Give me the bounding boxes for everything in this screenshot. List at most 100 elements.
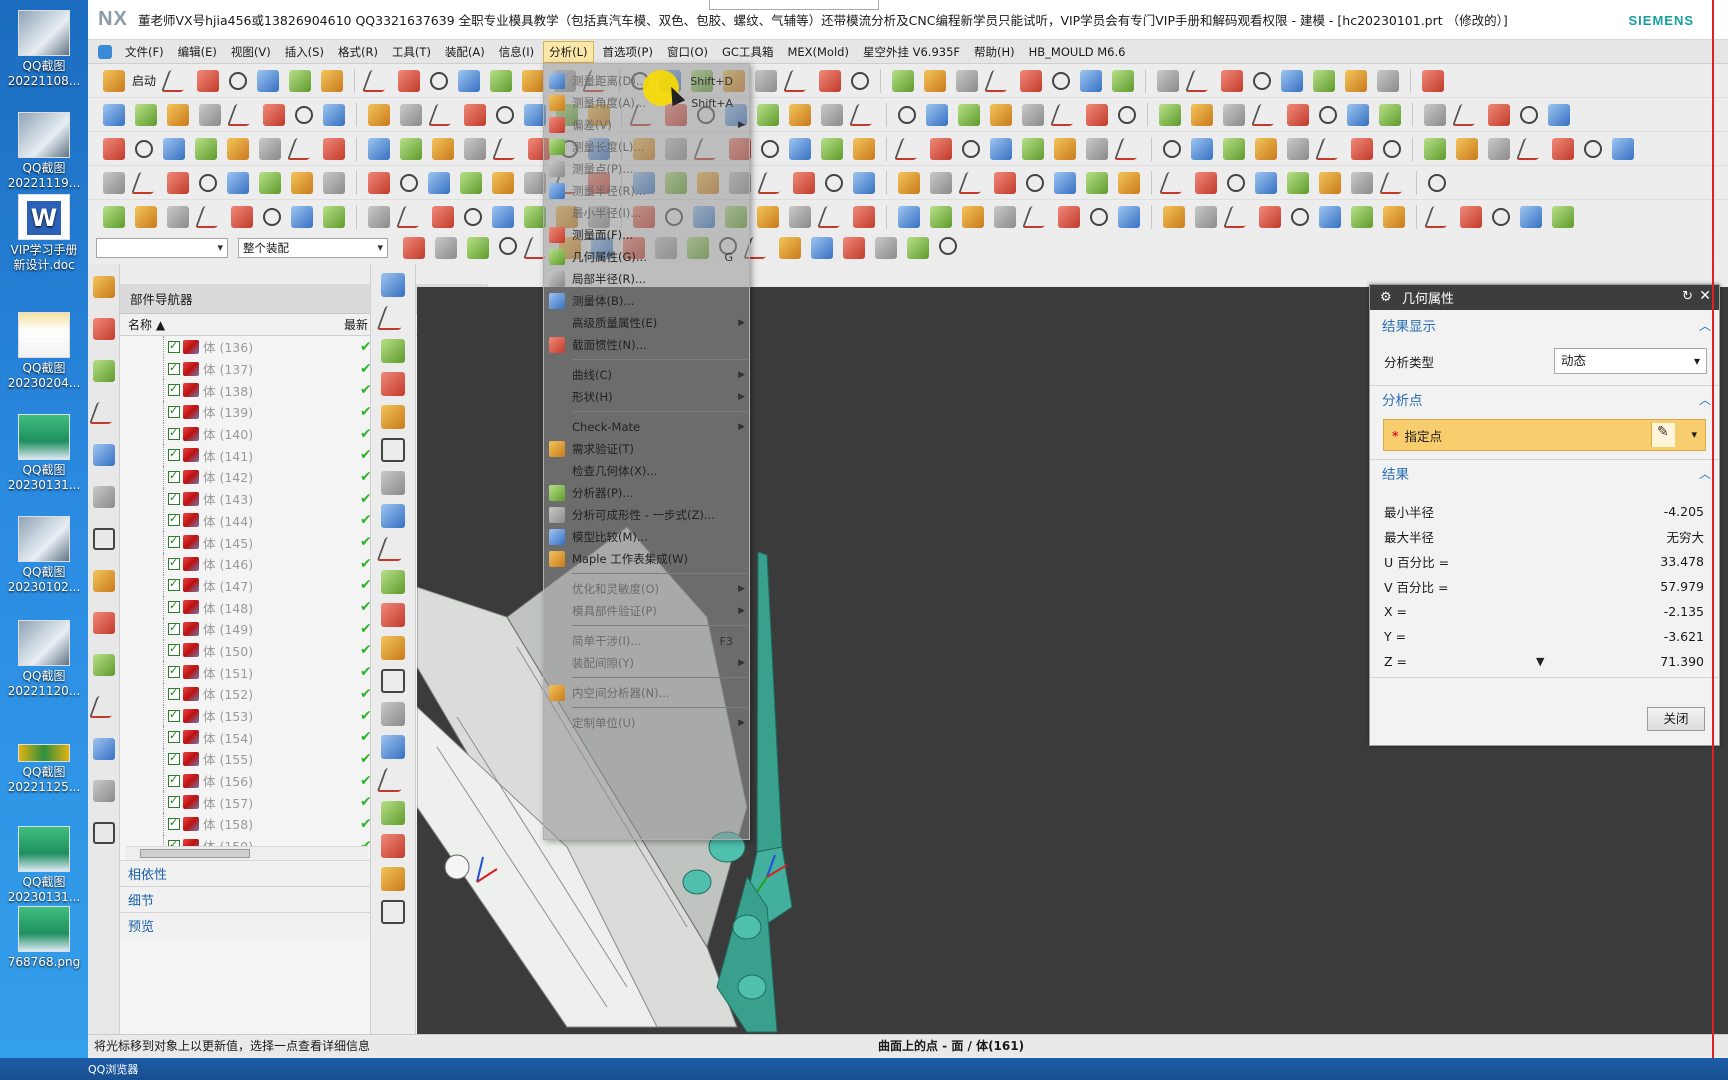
toolbar-tool-icon[interactable] — [1255, 137, 1277, 160]
toolbar-tool-icon[interactable] — [368, 137, 390, 160]
tree-row[interactable]: 体 (145)✔ — [120, 531, 392, 553]
toolbar-tool-icon[interactable] — [464, 207, 482, 226]
toolbar-tool-icon[interactable] — [368, 171, 390, 194]
toolbar-tool-icon[interactable] — [1287, 171, 1309, 194]
analysis-menu-item[interactable]: 测量体(B)... — [544, 290, 751, 312]
vertical-tool-icon[interactable] — [381, 273, 405, 297]
toolbar-tool-icon[interactable] — [1351, 137, 1373, 160]
toolbar-tool-icon[interactable] — [464, 137, 486, 160]
analysis-menu-item[interactable]: 曲线(C) ▶ — [544, 364, 751, 386]
vertical-tool-icon[interactable] — [381, 834, 405, 858]
toolbar-tool-icon[interactable] — [892, 69, 915, 92]
tree-row[interactable]: 体 (143)✔ — [120, 487, 392, 510]
snap-point-icon[interactable] — [939, 237, 957, 255]
toolbar-tool-icon[interactable] — [755, 69, 778, 92]
visibility-checkbox[interactable] — [168, 729, 180, 744]
type-filter-combo[interactable] — [96, 238, 228, 258]
vertical-tool-icon[interactable] — [376, 306, 410, 330]
toolbar-tool-icon[interactable] — [994, 171, 1016, 194]
close-icon[interactable]: ✕ — [1699, 288, 1711, 304]
analysis-menu-item[interactable]: 测量点(P)... — [544, 158, 751, 180]
resource-tab-icon[interactable] — [93, 654, 115, 676]
toolbar-tool-icon[interactable] — [295, 105, 313, 124]
toolbar-tool-icon[interactable] — [1383, 139, 1401, 158]
toolbar-tool-icon[interactable] — [853, 205, 875, 228]
desktop-icon[interactable]: VIP学习手册新设计.doc — [2, 194, 86, 273]
tree-row[interactable]: 体 (148)✔ — [120, 596, 392, 618]
snap-point-icon[interactable] — [403, 237, 425, 259]
tree-row[interactable]: 体 (137)✔ — [120, 357, 392, 380]
resource-tab-icon[interactable] — [93, 822, 115, 844]
analysis-menu-item[interactable]: 测量长度(L)... — [544, 136, 751, 158]
toolbar-tool-icon[interactable] — [1080, 69, 1103, 92]
resource-tab-icon[interactable] — [93, 570, 115, 592]
visibility-checkbox[interactable] — [168, 664, 180, 679]
toolbar-tool-icon[interactable] — [761, 139, 779, 158]
toolbar-tool-icon[interactable] — [957, 171, 989, 194]
visibility-checkbox[interactable] — [168, 642, 180, 657]
vertical-tool-icon[interactable] — [381, 801, 405, 825]
toolbar-tool-icon[interactable] — [263, 207, 281, 226]
toolbar-tool-icon[interactable] — [130, 171, 162, 194]
analysis-menu-item[interactable]: 局部半径(R)... — [544, 268, 751, 290]
analysis-menu-item[interactable]: Check-Mate ▶ — [544, 416, 751, 438]
tree-row[interactable]: 体 (155)✔ — [120, 748, 392, 770]
tree-row[interactable]: 体 (153)✔ — [120, 704, 392, 727]
tree-row[interactable]: 体 (150)✔ — [120, 639, 392, 662]
toolbar-tool-icon[interactable] — [1052, 71, 1071, 90]
snap-point-icon[interactable] — [907, 237, 929, 259]
toolbar-tool-icon[interactable] — [226, 103, 258, 126]
toolbar-tool-icon[interactable] — [1259, 205, 1281, 228]
toolbar-tool-icon[interactable] — [756, 171, 788, 194]
visibility-checkbox[interactable] — [168, 447, 180, 462]
toolbar-tool-icon[interactable] — [926, 103, 948, 126]
resource-tab-icon[interactable] — [93, 318, 115, 340]
analysis-menu-item[interactable]: 形状(H) ▶ — [544, 386, 751, 408]
close-button[interactable]: 关闭 — [1647, 707, 1705, 731]
visibility-checkbox[interactable] — [168, 686, 180, 700]
visibility-checkbox[interactable] — [168, 339, 180, 353]
toolbar-tool-icon[interactable] — [1157, 69, 1180, 92]
toolbar-tool-icon[interactable] — [1118, 205, 1140, 228]
visibility-checkbox[interactable] — [168, 361, 180, 375]
toolbar-tool-icon[interactable] — [1191, 103, 1213, 126]
toolbar-tool-icon[interactable] — [197, 69, 220, 92]
desktop-icon[interactable]: QQ截图 20230131... — [2, 826, 86, 905]
toolbar-tool-icon[interactable] — [1520, 205, 1542, 228]
toolbar-tool-icon[interactable] — [930, 137, 952, 160]
toolbar-tool-icon[interactable] — [1422, 69, 1445, 92]
analysis-menu-item[interactable]: 简单干涉(I)... F3 — [544, 630, 751, 652]
toolbar-tool-icon[interactable] — [990, 103, 1012, 126]
toolbar-tool-icon[interactable] — [1319, 105, 1337, 124]
toolbar-tool-icon[interactable] — [1281, 69, 1304, 92]
toolbar-tool-icon[interactable] — [430, 71, 449, 90]
menu-11[interactable]: GC工具箱 — [717, 41, 778, 63]
taskbar-item[interactable]: QQ浏览器 — [88, 1061, 138, 1077]
visibility-checkbox[interactable] — [168, 708, 180, 722]
desktop-icon[interactable]: 768768.png — [2, 906, 86, 970]
tree-row[interactable]: 体 (149)✔ — [120, 617, 392, 640]
tree-row[interactable]: 体 (158)✔ — [120, 813, 392, 835]
toolbar-tool-icon[interactable] — [400, 173, 418, 192]
visibility-checkbox[interactable] — [168, 404, 180, 418]
gear-icon[interactable]: ⚙ — [1380, 290, 1394, 305]
toolbar-tool-icon[interactable] — [1185, 69, 1216, 92]
toolbar-tool-icon[interactable] — [1195, 205, 1217, 228]
toolbar-tool-icon[interactable] — [1223, 137, 1245, 160]
menu-15[interactable]: HB_MOULD M6.6 — [1024, 41, 1131, 63]
toolbar-tool-icon[interactable] — [789, 137, 811, 160]
toolbar-tool-icon[interactable] — [1022, 103, 1044, 126]
analysis-menu-item[interactable]: 测量面(F)... — [544, 224, 751, 246]
toolbar-tool-icon[interactable] — [757, 103, 779, 126]
analysis-menu-item[interactable]: 检查几何体(X)... — [544, 460, 751, 482]
group-results[interactable]: 结果 ︿ — [1370, 459, 1719, 487]
toolbar-tool-icon[interactable] — [898, 105, 916, 124]
menu-5[interactable]: 工具(T) — [387, 41, 436, 63]
menu-7[interactable]: 信息(I) — [494, 41, 539, 63]
toolbar-tool-icon[interactable] — [368, 205, 390, 228]
toolbar-tool-icon[interactable] — [432, 205, 454, 228]
toolbar-tool-icon[interactable] — [1345, 69, 1368, 92]
tree-row[interactable]: 体 (141)✔ — [120, 444, 392, 467]
toolbar-tool-icon[interactable] — [1548, 103, 1570, 126]
visibility-checkbox[interactable] — [168, 794, 180, 809]
